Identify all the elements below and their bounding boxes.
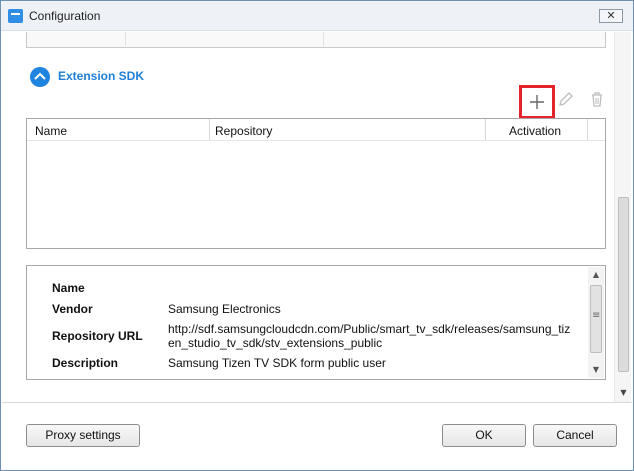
column-header-activation[interactable]: Activation: [509, 124, 561, 138]
window-scroll-thumb[interactable]: [618, 197, 629, 372]
window-title: Configuration: [29, 9, 101, 23]
extension-details-panel: Name Vendor Samsung Electronics Reposito…: [26, 265, 606, 380]
configuration-window: Configuration ✕ Extension SDK Name Repos…: [0, 0, 634, 471]
plus-icon: [530, 95, 544, 109]
trash-icon: [592, 92, 602, 107]
ok-button[interactable]: OK: [442, 424, 526, 447]
close-button[interactable]: ✕: [599, 9, 623, 23]
details-scrollbar[interactable]: ▲ ▼: [588, 267, 604, 378]
window-scroll-down-arrow-icon[interactable]: ▼: [615, 386, 632, 400]
section-title: Extension SDK: [58, 69, 145, 83]
extension-table[interactable]: Name Repository Activation: [26, 118, 606, 249]
detail-repository-value: http://sdf.samsungcloudcdn.com/Public/sm…: [168, 322, 571, 350]
collapse-section-button[interactable]: [30, 67, 50, 87]
content-area: Extension SDK Name Repository Activation…: [2, 32, 632, 402]
detail-repository-label: Repository URL: [52, 329, 143, 343]
chevron-up-icon: [34, 72, 46, 80]
detail-description-label: Description: [52, 356, 119, 370]
details-scroll-thumb[interactable]: [590, 285, 602, 353]
column-header-name[interactable]: Name: [35, 124, 67, 138]
proxy-settings-button[interactable]: Proxy settings: [26, 424, 140, 447]
scroll-up-arrow-icon[interactable]: ▲: [588, 267, 604, 283]
detail-name-label: Name: [52, 281, 85, 295]
scroll-down-arrow-icon[interactable]: ▼: [588, 362, 604, 378]
delete-extension-button[interactable]: [588, 90, 610, 112]
detail-vendor-value: Samsung Electronics: [168, 302, 281, 316]
add-extension-button[interactable]: [519, 85, 555, 119]
window-scrollbar[interactable]: ▼: [614, 32, 631, 402]
edit-extension-button[interactable]: [557, 90, 579, 112]
column-header-repository[interactable]: Repository: [215, 124, 272, 138]
titlebar: Configuration ✕: [1, 1, 633, 31]
table-header: Name Repository Activation: [27, 119, 605, 141]
window-icon: [8, 9, 23, 23]
previous-table-fragment: [26, 32, 606, 48]
dialog-footer: Proxy settings OK Cancel: [2, 402, 632, 470]
pencil-icon: [559, 92, 573, 106]
detail-vendor-label: Vendor: [52, 302, 93, 316]
detail-description-value: Samsung Tizen TV SDK form public user: [168, 356, 386, 370]
cancel-button[interactable]: Cancel: [533, 424, 617, 447]
